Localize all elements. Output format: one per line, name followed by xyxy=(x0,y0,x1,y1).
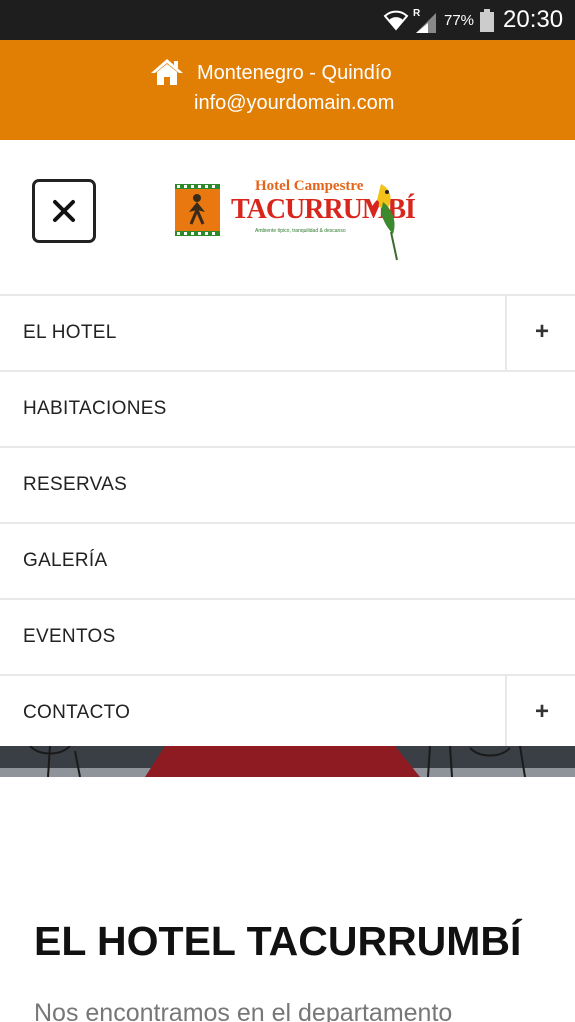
section-title: EL HOTEL TACURRUMBÍ xyxy=(34,918,522,964)
logo-line1: Hotel Campestre xyxy=(255,178,364,194)
main-menu: EL HOTEL + HABITACIONES RESERVAS GALERÍA… xyxy=(0,294,575,750)
menu-item-label: GALERÍA xyxy=(23,550,108,571)
status-bar: R 77% 20:30 xyxy=(0,0,575,40)
site-logo[interactable]: Hotel Campestre TACURRUMBÍ Ambiente típi… xyxy=(175,178,416,262)
bird-icon xyxy=(370,184,398,261)
close-icon xyxy=(53,200,75,222)
menu-item-label: EVENTOS xyxy=(23,626,116,647)
plus-icon: + xyxy=(534,318,549,345)
menu-item-habitaciones[interactable]: HABITACIONES xyxy=(0,370,575,446)
logo-tagline: Ambiente típico, tranquilidad & descanso xyxy=(255,228,346,234)
location-text: Montenegro - Quindío xyxy=(197,62,392,84)
battery-percent: 77% xyxy=(444,12,475,29)
intro-paragraph: Nos encontramos en el departamento xyxy=(34,999,453,1022)
submenu-toggle-contacto[interactable]: + xyxy=(505,676,575,750)
content-section: EL HOTEL TACURRUMBÍ Nos encontramos en e… xyxy=(0,777,575,1022)
menu-item-label: CONTACTO xyxy=(23,702,131,723)
battery-icon xyxy=(480,9,494,32)
email-link[interactable]: info@yourdomain.com xyxy=(194,92,394,115)
plus-icon: + xyxy=(534,698,549,725)
contact-topbar: Montenegro - Quindío info@yourdomain.com xyxy=(0,40,575,140)
site-header: Hotel Campestre TACURRUMBÍ Ambiente típi… xyxy=(0,140,575,294)
menu-item-label: EL HOTEL xyxy=(23,322,117,343)
menu-item-eventos[interactable]: EVENTOS xyxy=(0,598,575,674)
home-icon xyxy=(151,59,183,85)
close-menu-button[interactable] xyxy=(32,179,96,243)
menu-item-contacto[interactable]: CONTACTO + xyxy=(0,674,575,750)
menu-item-label: RESERVAS xyxy=(23,474,128,495)
logo-emblem-icon xyxy=(175,184,220,236)
clock: 20:30 xyxy=(503,6,564,33)
wifi-icon xyxy=(383,10,409,31)
menu-item-reservas[interactable]: RESERVAS xyxy=(0,446,575,522)
menu-item-label: HABITACIONES xyxy=(23,398,167,419)
menu-item-el-hotel[interactable]: EL HOTEL + xyxy=(0,294,575,370)
signal-icon xyxy=(416,13,436,33)
menu-item-galeria[interactable]: GALERÍA xyxy=(0,522,575,598)
submenu-toggle-el-hotel[interactable]: + xyxy=(505,296,575,370)
hero-image xyxy=(0,746,575,777)
